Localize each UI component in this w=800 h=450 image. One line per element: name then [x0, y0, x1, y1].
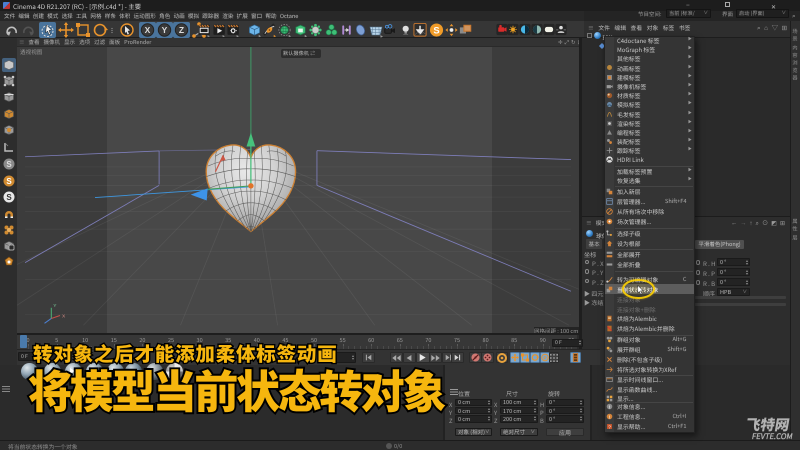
svg-text:X: X: [145, 25, 151, 35]
svg-text:Z: Z: [179, 25, 184, 35]
svg-text:Y: Y: [53, 302, 57, 308]
svg-text:S: S: [6, 177, 12, 186]
svg-text:S: S: [433, 25, 439, 35]
svg-text:S: S: [6, 193, 12, 202]
svg-text:Y: Y: [162, 25, 168, 35]
svg-text:P: P: [543, 355, 546, 360]
svg-text:S: S: [6, 160, 12, 169]
